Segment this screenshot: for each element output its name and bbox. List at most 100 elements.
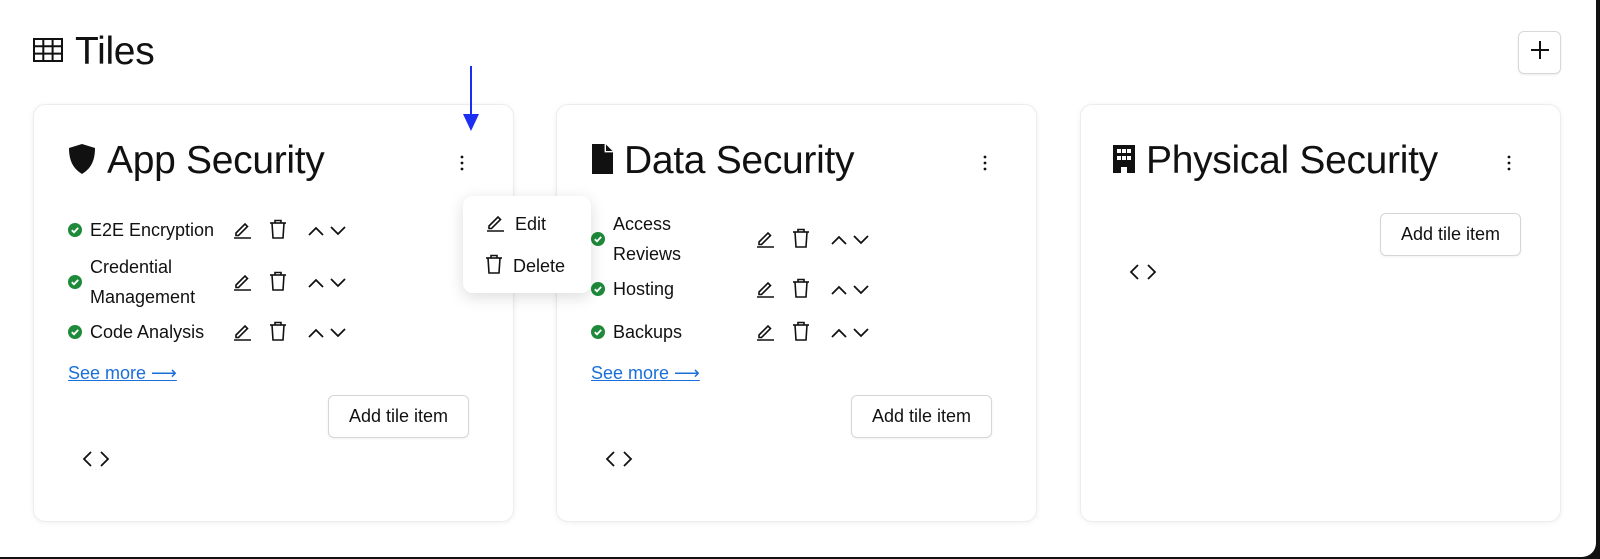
edit-item-button[interactable] [755,278,775,303]
tile-physical-security: Physical Security Add tile item [1080,104,1561,522]
delete-item-button[interactable] [792,321,810,346]
trash-icon [792,321,810,346]
chevron-left-icon [1129,264,1139,285]
tile-menu-button[interactable] [975,153,995,177]
tile-item: Credential Management [68,252,210,312]
pencil-icon [485,212,505,237]
pencil-icon [232,321,252,346]
edit-item-button[interactable] [755,321,775,346]
see-more-link[interactable]: See more ⟶ [591,363,700,384]
menu-item-edit[interactable]: Edit [485,212,546,237]
add-tile-item-button[interactable]: Add tile item [1380,213,1522,256]
tile-item-label: Code Analysis [90,322,205,342]
previous-button[interactable] [1129,264,1139,285]
chevron-up-icon [308,325,324,343]
chevron-down-icon [330,325,346,343]
check-circle-icon [591,232,605,246]
next-button[interactable] [100,451,110,472]
check-circle-icon [68,223,82,237]
move-down-button[interactable] [853,282,869,300]
move-up-button[interactable] [308,223,324,241]
more-vertical-icon [460,155,464,176]
edit-item-button[interactable] [232,271,252,296]
chevron-up-icon [831,325,847,343]
edit-item-button[interactable] [232,321,252,346]
move-down-button[interactable] [853,325,869,343]
delete-item-button[interactable] [269,219,287,244]
tile-item-label: E2E Encryption [90,220,215,240]
page-title-text: Tiles [75,30,155,73]
tile-pager [1129,264,1157,285]
move-down-button[interactable] [853,232,869,250]
tile-title: Data Security [624,139,855,182]
plus-icon [1529,39,1551,66]
chevron-left-icon [82,451,92,472]
delete-item-button[interactable] [269,321,287,346]
tile-item-actions [755,278,869,303]
delete-item-button[interactable] [792,278,810,303]
chevron-down-icon [330,223,346,241]
move-down-button[interactable] [330,223,346,241]
move-up-button[interactable] [308,275,324,293]
move-up-button[interactable] [831,325,847,343]
annotation-arrow-icon [462,66,480,137]
tile-header: App Security [67,139,325,183]
trash-icon [485,254,503,279]
chevron-up-icon [308,275,324,293]
chevron-up-icon [831,232,847,250]
tile-item-label: Hosting [613,279,675,299]
trash-icon [269,271,287,296]
chevron-down-icon [853,325,869,343]
tile-title: Physical Security [1146,139,1438,182]
move-down-button[interactable] [330,325,346,343]
menu-item-delete[interactable]: Delete [485,254,565,279]
pencil-icon [755,228,775,253]
tile-item-label: Credential Management [90,257,196,307]
tile-item: E2E Encryption [68,215,214,245]
previous-button[interactable] [82,451,92,472]
chevron-down-icon [853,232,869,250]
tiles-page: Tiles App Security E2E Encryption Creden… [0,0,1596,557]
more-vertical-icon [983,155,987,176]
move-down-button[interactable] [330,275,346,293]
edit-item-button[interactable] [755,228,775,253]
add-tile-button[interactable] [1518,31,1561,74]
menu-item-label: Edit [515,214,547,234]
move-up-button[interactable] [831,282,847,300]
move-up-button[interactable] [831,232,847,250]
pencil-icon [755,321,775,346]
add-tile-item-button[interactable]: Add tile item [851,395,993,438]
see-more-link[interactable]: See more ⟶ [68,363,177,384]
tile-item-label: Backups [613,322,683,342]
next-button[interactable] [623,451,633,472]
add-tile-item-button[interactable]: Add tile item [328,395,470,438]
menu-item-label: Delete [513,256,566,276]
tile-app-security: App Security E2E Encryption Credential M… [33,104,514,522]
delete-item-button[interactable] [792,228,810,253]
delete-item-button[interactable] [269,271,287,296]
tile-item-actions [755,228,869,253]
chevron-up-icon [831,282,847,300]
tile-item-actions [232,271,346,296]
pencil-icon [755,278,775,303]
edit-item-button[interactable] [232,219,252,244]
chevron-left-icon [605,451,615,472]
tile-menu-button[interactable] [1499,153,1519,177]
building-icon [1112,144,1136,179]
chevron-right-icon [1147,264,1157,285]
file-icon [590,143,614,180]
trash-icon [269,321,287,346]
chevron-down-icon [330,275,346,293]
tile-item-label: Access Reviews [613,214,682,264]
chevron-right-icon [623,451,633,472]
table-icon [33,37,63,67]
tile-pager [82,451,110,472]
move-up-button[interactable] [308,325,324,343]
tile-item: Access Reviews [591,209,693,269]
chevron-up-icon [308,223,324,241]
tile-item-actions [232,219,346,244]
next-button[interactable] [1147,264,1157,285]
tile-item: Hosting [591,274,674,304]
tile-menu-button[interactable] [452,153,472,177]
previous-button[interactable] [605,451,615,472]
